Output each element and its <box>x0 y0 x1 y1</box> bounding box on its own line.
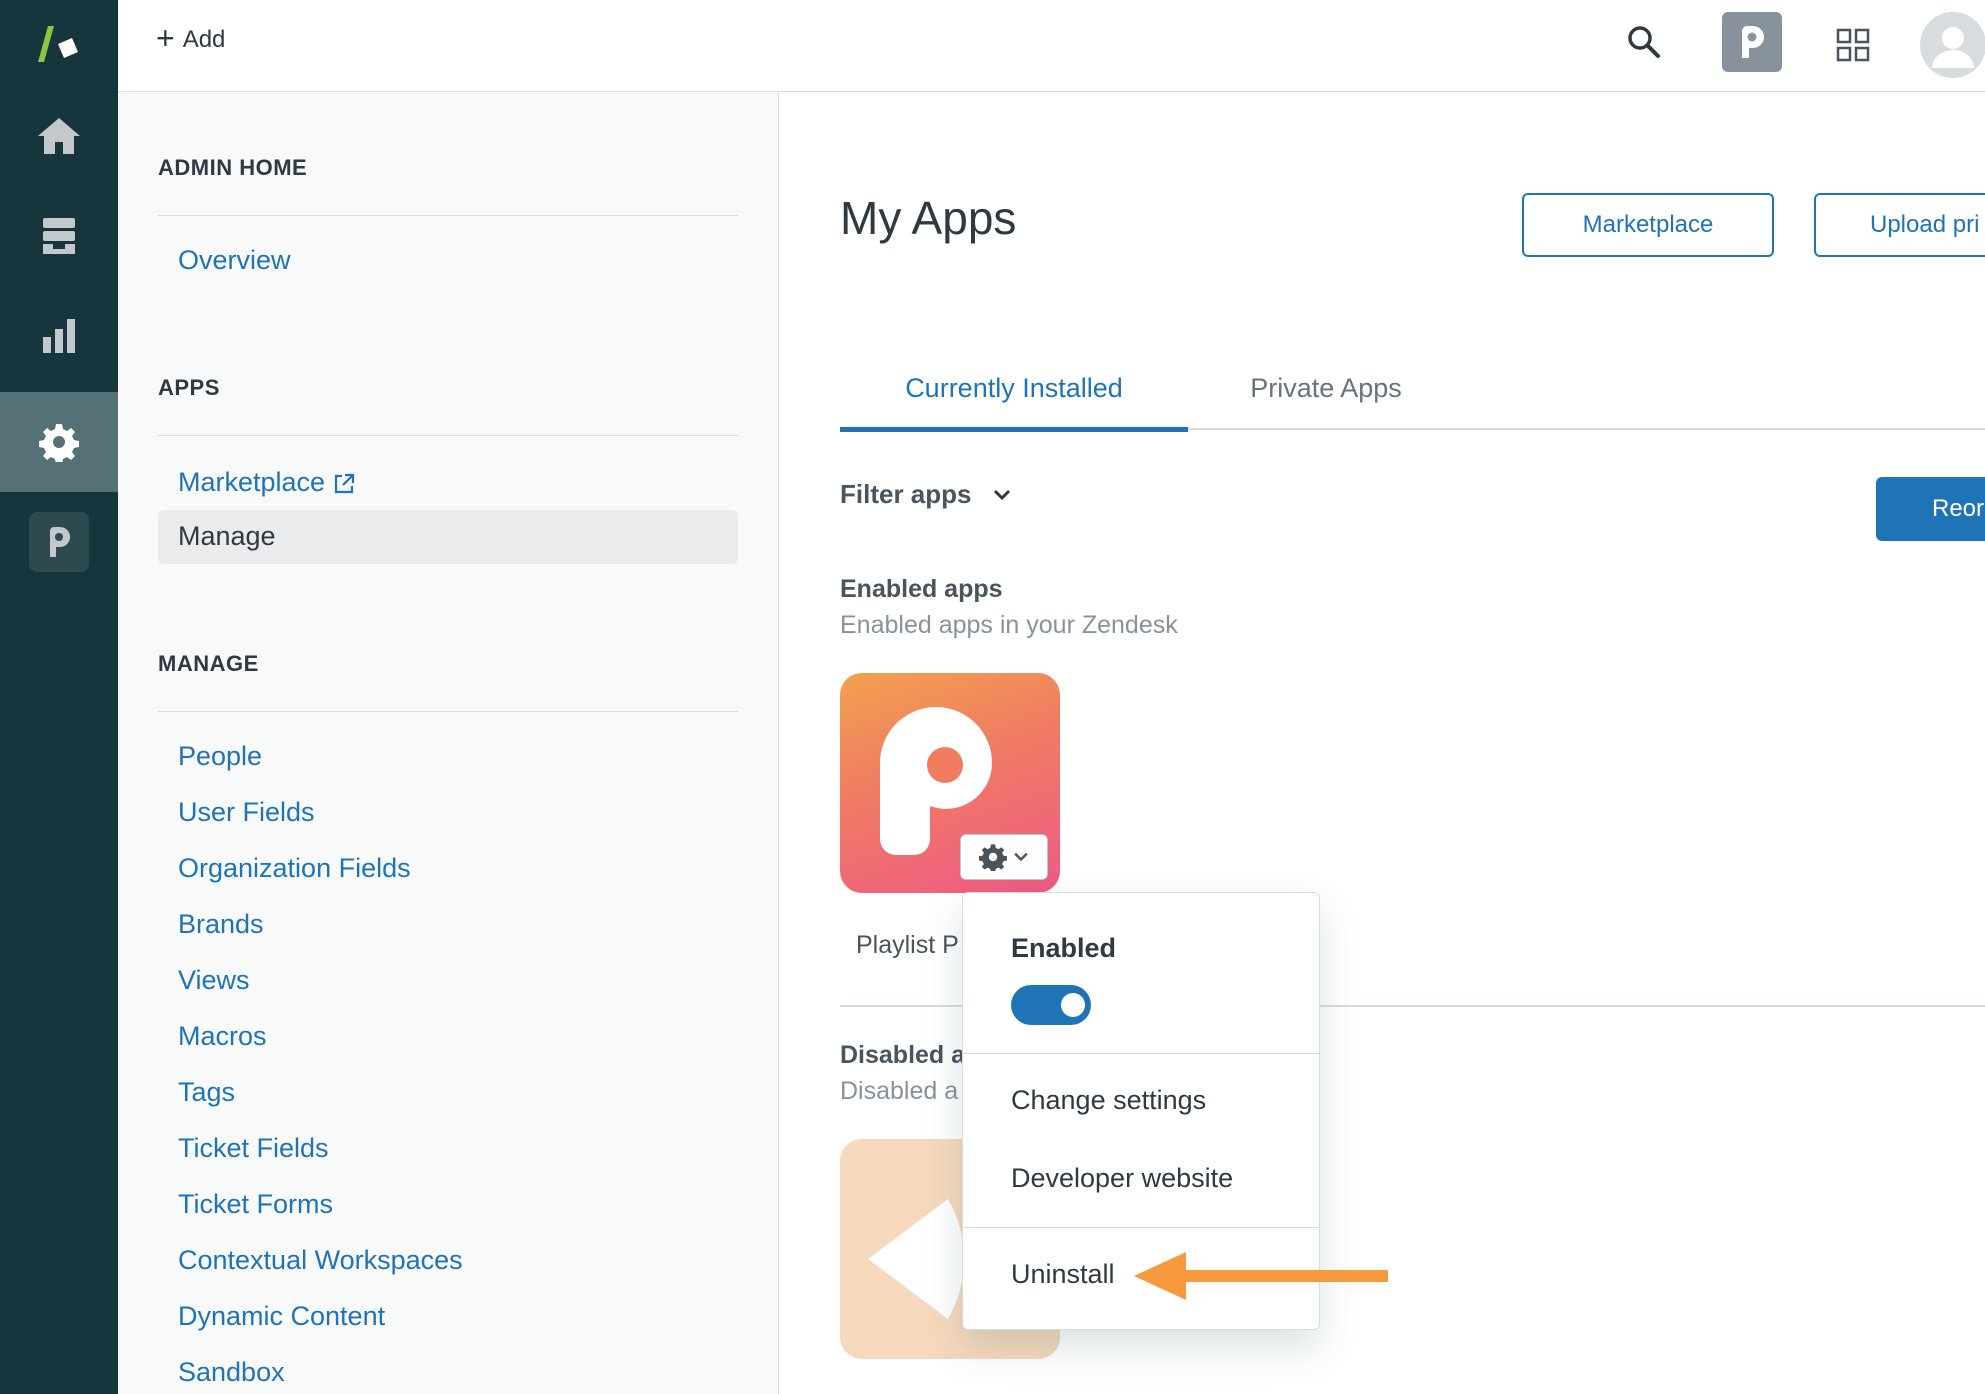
main-content: My Apps Marketplace Upload pri Currently… <box>780 93 1985 1394</box>
sidebar-item-views[interactable]: Views <box>178 965 250 996</box>
apps-heading: APPS <box>158 375 220 400</box>
product-tray-button[interactable] <box>1836 28 1870 67</box>
sidebar-item-tags[interactable]: Tags <box>178 1077 235 1108</box>
search-icon <box>1628 26 1660 58</box>
marketplace-button[interactable]: Marketplace <box>1522 193 1774 257</box>
app-settings-toggle[interactable] <box>960 834 1048 880</box>
sidebar-item-ticket-fields[interactable]: Ticket Fields <box>178 1133 329 1164</box>
developer-website-menu-item[interactable]: Developer website <box>1011 1163 1233 1194</box>
sidebar-item-manage[interactable]: Manage <box>158 510 738 564</box>
rail-reporting[interactable] <box>0 286 118 386</box>
admin-home-heading: ADMIN HOME <box>158 155 308 180</box>
app-tabs: Currently Installed Private Apps <box>840 373 1985 432</box>
sidebar-item-marketplace-label: Marketplace <box>178 467 326 497</box>
external-link-icon <box>334 473 355 493</box>
rail-admin[interactable] <box>0 392 118 492</box>
sidebar-item-brands[interactable]: Brands <box>178 909 264 940</box>
filter-apps-label: Filter apps <box>840 479 972 509</box>
upload-private-app-button[interactable]: Upload pri <box>1814 193 1985 257</box>
enabled-label: Enabled <box>1011 933 1117 963</box>
sidebar-item-marketplace[interactable]: Marketplace <box>178 467 355 498</box>
add-button-label: Add <box>182 26 226 53</box>
enabled-apps-subtitle: Enabled apps in your Zendesk <box>840 611 1178 639</box>
home-icon <box>38 118 80 154</box>
add-button[interactable]: + Add <box>156 22 226 54</box>
search-button[interactable] <box>1626 24 1662 65</box>
grid-icon <box>1836 28 1870 62</box>
tab-private-apps[interactable]: Private Apps <box>1188 373 1464 430</box>
top-bar: + Add <box>118 0 1985 92</box>
enabled-app-name: Playlist P <box>856 931 959 959</box>
sidebar-item-people[interactable]: People <box>178 741 262 772</box>
change-settings-menu-item[interactable]: Change settings <box>1011 1085 1206 1116</box>
menu-divider <box>963 1053 1319 1054</box>
callout-arrow <box>1134 1252 1388 1300</box>
sidebar-item-ticket-forms[interactable]: Ticket Forms <box>178 1189 333 1220</box>
reporting-icon <box>43 319 75 353</box>
sidebar-item-organization-fields[interactable]: Organization Fields <box>178 853 411 884</box>
sidebar-item-user-fields[interactable]: User Fields <box>178 797 315 828</box>
reorder-button[interactable]: Reor <box>1876 477 1985 541</box>
tab-currently-installed[interactable]: Currently Installed <box>840 373 1188 432</box>
admin-sidebar: ADMIN HOME Overview APPS Marketplace Man… <box>118 93 779 1394</box>
uninstall-menu-item[interactable]: Uninstall <box>1011 1259 1115 1290</box>
playlist-p-icon <box>1742 26 1764 58</box>
playlist-app-button[interactable] <box>1722 12 1782 72</box>
chevron-down-icon <box>1014 852 1028 862</box>
rail-views[interactable] <box>0 186 118 286</box>
sidebar-item-dynamic-content[interactable]: Dynamic Content <box>178 1301 385 1332</box>
disabled-apps-subtitle: Disabled a <box>840 1077 959 1105</box>
sidebar-item-contextual-workspaces[interactable]: Contextual Workspaces <box>178 1245 463 1276</box>
rail-home[interactable] <box>0 86 118 186</box>
divider <box>158 215 738 216</box>
plus-icon: + <box>156 20 175 56</box>
sidebar-item-macros[interactable]: Macros <box>178 1021 267 1052</box>
filter-apps-toggle[interactable]: Filter apps <box>840 479 1011 510</box>
zendesk-logo[interactable] <box>30 22 86 66</box>
chevron-down-icon <box>994 489 1011 500</box>
views-icon <box>43 218 75 254</box>
sidebar-item-sandbox[interactable]: Sandbox <box>178 1357 285 1388</box>
enabled-apps-title: Enabled apps <box>840 575 1003 603</box>
divider <box>158 711 738 712</box>
sidebar-item-manage-label: Manage <box>178 521 276 551</box>
divider <box>158 435 738 436</box>
avatar[interactable] <box>1920 12 1985 78</box>
disabled-apps-title: Disabled a <box>840 1041 966 1069</box>
menu-divider <box>963 1227 1319 1228</box>
product-rail <box>0 0 118 1394</box>
enabled-toggle[interactable] <box>1011 985 1091 1025</box>
rail-playlist-app[interactable] <box>29 512 89 572</box>
page-title: My Apps <box>840 192 1017 244</box>
gear-icon <box>39 424 79 462</box>
toggle-knob <box>1061 993 1085 1017</box>
manage-heading: MANAGE <box>158 651 259 676</box>
gear-icon <box>979 844 1007 871</box>
sidebar-item-overview[interactable]: Overview <box>178 245 291 276</box>
user-icon <box>1932 27 1974 68</box>
playlist-p-icon <box>50 527 70 557</box>
